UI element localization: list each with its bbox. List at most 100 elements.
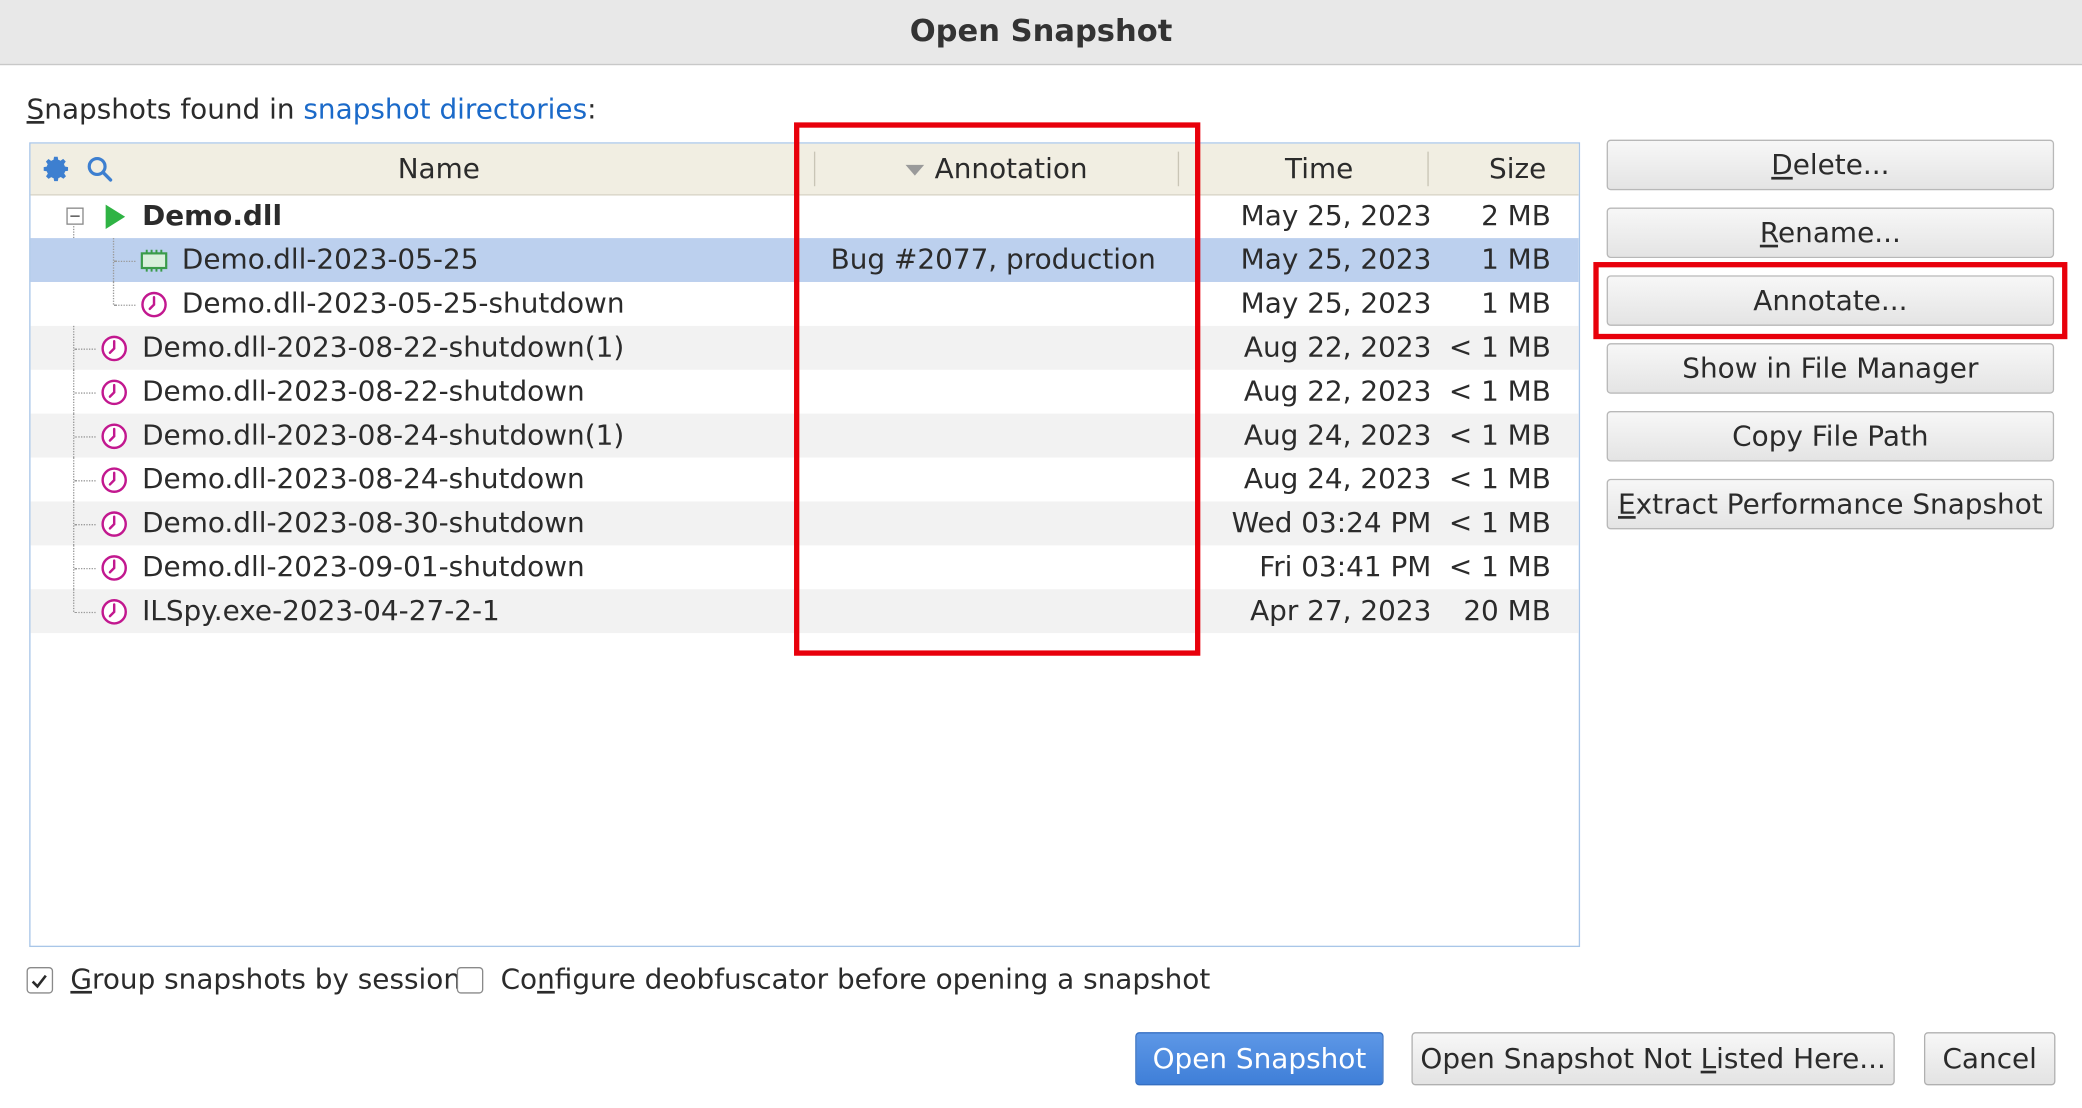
intro-text: Snapshots found in snapshot directories:: [27, 93, 597, 125]
row-annotation: [794, 282, 1192, 326]
table-row[interactable]: Demo.dll-2023-08-24-shutdown(1) Aug 24, 2…: [30, 413, 1579, 458]
column-header-annotation[interactable]: Annotation: [815, 144, 1177, 195]
tree-connector: [74, 436, 96, 438]
rename-mnemonic: R: [1759, 216, 1779, 249]
intro-prefix: Snapshots found in: [26, 93, 304, 126]
row-annotation: [794, 370, 1192, 414]
rename-button[interactable]: Rename...: [1606, 207, 2055, 259]
row-annotation: [794, 414, 1192, 458]
row-name: Demo.dll-2023-08-30-shutdown: [142, 506, 585, 539]
table-row[interactable]: Demo.dll-2023-08-30-shutdown Wed 03:24 PM…: [30, 501, 1579, 546]
tree-connector: [74, 392, 96, 394]
row-time: May 25, 2023: [1240, 243, 1432, 276]
search-icon[interactable]: [85, 154, 114, 183]
open-not-listed-rest: isted Here...: [1716, 1042, 1886, 1075]
configure-deobfuscator-checkbox[interactable]: [456, 966, 484, 994]
deob-label-rest: figure deobfuscator before opening a sna…: [554, 962, 1211, 995]
row-time: Aug 24, 2023: [1243, 418, 1432, 451]
group-label-rest: roup snapshots by session: [91, 962, 461, 995]
open-snapshot-not-listed-button[interactable]: Open Snapshot Not Listed Here...: [1411, 1032, 1895, 1086]
table-row[interactable]: Demo.dll-2023-08-22-shutdown(1) Aug 22, 2…: [30, 325, 1579, 370]
snapshot-list[interactable]: Name Annotation Time Size Demo.dll May 25…: [29, 142, 1581, 948]
row-time: May 25, 2023: [1240, 199, 1432, 232]
extract-performance-snapshot-button[interactable]: Extract Performance Snapshot: [1606, 478, 2055, 530]
deob-label-pre: Co: [500, 962, 538, 995]
column-header-time[interactable]: Time: [1196, 144, 1442, 195]
clock-icon: [101, 335, 127, 362]
delete-button[interactable]: Delete...: [1606, 139, 2055, 191]
row-name: Demo.dll-2023-05-25-shutdown: [181, 287, 625, 320]
tree-connector: [114, 304, 136, 306]
open-not-listed-mnemonic: L: [1700, 1042, 1717, 1075]
configure-deobfuscator-label[interactable]: Configure deobfuscator before opening a …: [501, 963, 1211, 995]
row-size: < 1 MB: [1448, 550, 1551, 583]
row-size: < 1 MB: [1448, 462, 1551, 495]
tree-connector: [114, 260, 136, 263]
row-time: Aug 22, 2023: [1243, 331, 1432, 364]
table-row[interactable]: Demo.dll-2023-05-25 Bug #2077, production…: [30, 238, 1579, 282]
table-row[interactable]: Demo.dll-2023-08-22-shutdown Aug 22, 2023…: [31, 369, 1579, 414]
row-name: Demo.dll-2023-05-25: [181, 243, 479, 276]
open-snapshot-button[interactable]: Open Snapshot: [1135, 1032, 1384, 1086]
column-divider[interactable]: [1427, 151, 1429, 187]
collapse-toggle-icon[interactable]: [66, 207, 84, 225]
delete-label: elete...: [1792, 148, 1890, 181]
column-header-size[interactable]: Size: [1458, 144, 1578, 195]
snapshot-directories-link[interactable]: snapshot directories: [303, 93, 587, 125]
row-size: < 1 MB: [1448, 418, 1551, 451]
clock-icon: [101, 467, 127, 493]
open-snapshot-dialog: Open Snapshot Snapshots found in snapsho…: [0, 0, 2082, 1108]
clock-icon: [101, 555, 127, 581]
row-size: < 1 MB: [1448, 375, 1551, 408]
tree-connector: [112, 281, 115, 305]
row-name: Demo.dll-2023-08-24-shutdown: [142, 462, 585, 495]
row-time: May 25, 2023: [1240, 287, 1432, 320]
row-size: 2 MB: [1481, 199, 1551, 232]
checkmark-icon: [31, 974, 47, 989]
tree-connector: [74, 524, 96, 526]
row-name: Demo.dll-2023-09-01-shutdown: [142, 550, 585, 583]
group-by-session-label[interactable]: Group snapshots by session: [70, 963, 461, 995]
open-not-listed-pre: Open Snapshot Not: [1420, 1042, 1701, 1075]
tree-connector: [74, 348, 96, 350]
row-annotation: [794, 545, 1192, 589]
row-size: 1 MB: [1481, 287, 1551, 320]
deob-label-mnemonic: n: [537, 962, 555, 995]
column-header-name[interactable]: Name: [130, 144, 747, 195]
annotate-button[interactable]: Annotate...: [1606, 275, 2055, 326]
dialog-title: Open Snapshot: [0, 0, 2082, 66]
extract-mnemonic: E: [1618, 488, 1636, 521]
row-annotation: Bug #2077, production: [830, 243, 1156, 276]
row-annotation: [794, 458, 1192, 502]
row-annotation: [794, 326, 1192, 370]
row-name: Demo.dll-2023-08-24-shutdown(1): [142, 418, 625, 451]
clock-icon: [101, 379, 127, 406]
row-annotation: [794, 194, 1192, 238]
cancel-button[interactable]: Cancel: [1923, 1032, 2056, 1086]
settings-gear-icon[interactable]: [42, 154, 71, 183]
table-row[interactable]: ILSpy.exe-2023-04-27-2-1 Apr 27, 2023 20 M…: [30, 589, 1579, 634]
table-row[interactable]: Demo.dll-2023-05-25-shutdown May 25, 2023…: [31, 281, 1579, 326]
show-in-file-manager-button[interactable]: Show in File Manager: [1606, 343, 2055, 394]
table-row[interactable]: Demo.dll-2023-08-24-shutdown Aug 24, 2023…: [31, 457, 1579, 502]
row-name: Demo.dll-2023-08-22-shutdown(1): [142, 331, 625, 364]
list-header: Name Annotation Time Size: [30, 143, 1579, 196]
column-divider[interactable]: [1177, 151, 1180, 187]
tree-connector: [74, 611, 96, 614]
row-time: Apr 27, 2023: [1250, 594, 1432, 627]
tree-connector: [73, 223, 75, 239]
group-by-session-checkbox[interactable]: [26, 966, 54, 994]
row-time: Wed 03:24 PM: [1231, 506, 1432, 539]
clock-icon: [101, 511, 127, 537]
delete-mnemonic: D: [1771, 148, 1793, 181]
copy-file-path-button[interactable]: Copy File Path: [1606, 411, 2055, 462]
row-name: ILSpy.exe-2023-04-27-2-1: [142, 594, 500, 627]
clock-icon: [101, 599, 127, 625]
table-row[interactable]: Demo.dll May 25, 2023 2 MB: [31, 194, 1579, 239]
group-label-mnemonic: G: [70, 962, 92, 995]
tree-connector: [74, 567, 96, 570]
tree-connector: [73, 589, 75, 612]
table-row[interactable]: Demo.dll-2023-09-01-shutdown Fri 03:41 PM…: [31, 545, 1579, 590]
memory-snapshot-icon: [140, 249, 168, 272]
row-name: Demo.dll-2023-08-22-shutdown: [142, 375, 585, 408]
